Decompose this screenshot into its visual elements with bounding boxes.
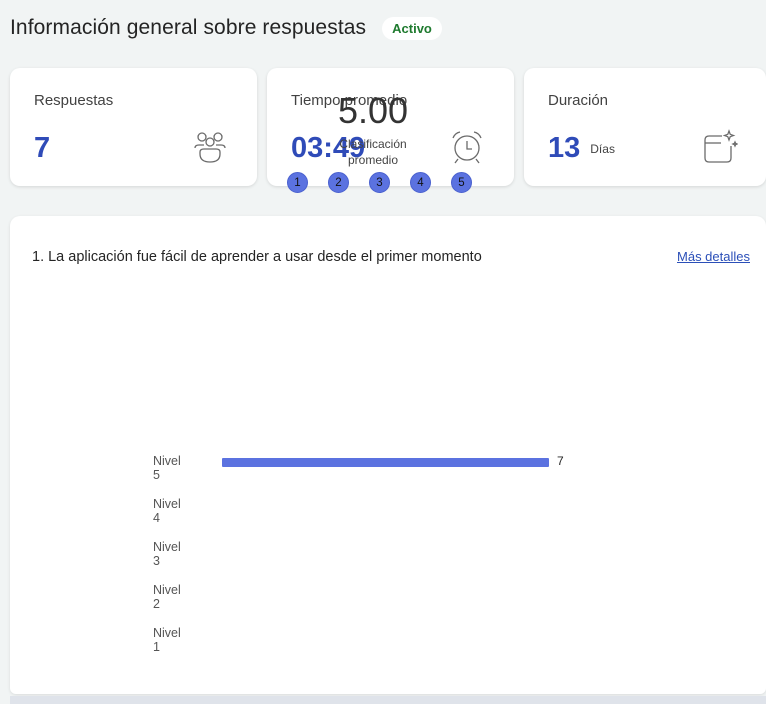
bar-category-label: Nivel 2 <box>153 583 181 611</box>
rating-scale-4: 4 <box>410 172 431 193</box>
rating-scale-5: 5 <box>451 172 472 193</box>
bar <box>222 457 549 467</box>
bar-value-label: 7 <box>557 454 564 468</box>
status-badge: Activo <box>382 16 442 40</box>
more-details-link[interactable]: Más detalles <box>677 249 750 264</box>
average-rating-label-line2: promedio <box>347 153 399 167</box>
rating-scale-2: 2 <box>328 172 349 193</box>
header: Información general sobre respuestas Act… <box>10 16 442 40</box>
average-rating-value: 5.00 <box>337 90 409 131</box>
bar-category-label: Nivel 4 <box>153 497 181 525</box>
rating-scale-3: 3 <box>369 172 390 193</box>
rating-scale: 1 2 3 4 5 <box>287 172 492 193</box>
question-panel: 1. La aplicación fue fácil de aprender a… <box>10 216 766 694</box>
question-text: 1. La aplicación fue fácil de aprender a… <box>32 249 482 265</box>
average-rating-label-line1: Clasificación <box>339 137 407 151</box>
bar-category-label: Nivel 3 <box>153 540 181 568</box>
average-rating-label: Clasificación promedio <box>0 136 756 168</box>
rating-scale-1: 1 <box>287 172 308 193</box>
bar-category-label: Nivel 1 <box>153 626 181 654</box>
bar-category-label: Nivel 5 <box>153 454 181 482</box>
page-title: Información general sobre respuestas <box>10 16 367 39</box>
bottom-divider <box>10 696 766 704</box>
